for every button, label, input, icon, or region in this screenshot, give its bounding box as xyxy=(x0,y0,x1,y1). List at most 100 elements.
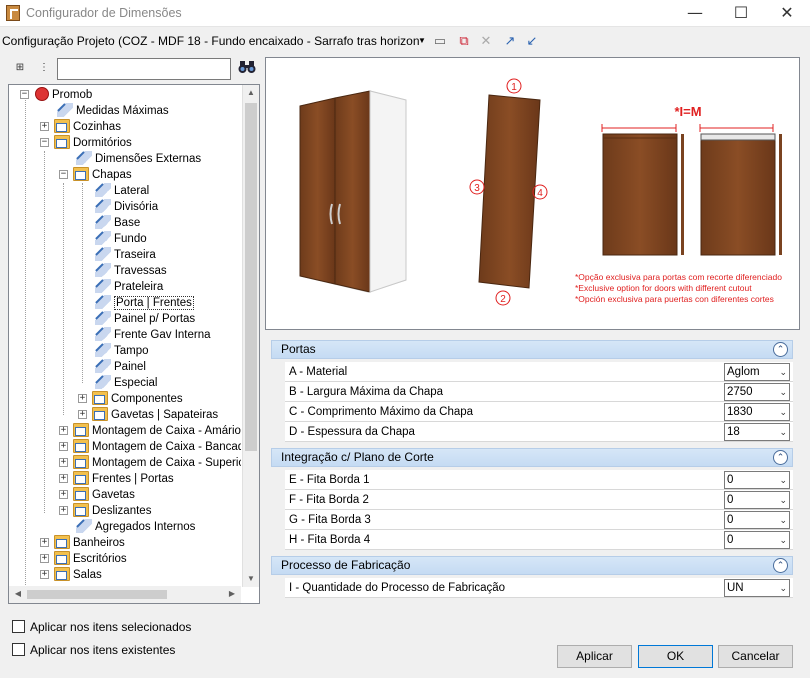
tree-item-porta-frentes[interactable]: Porta | Frentes xyxy=(95,294,194,311)
ruler-icon xyxy=(76,518,92,533)
material-select[interactable]: Aglom ⌄ xyxy=(724,363,790,381)
minimize-button[interactable]: — xyxy=(672,0,718,27)
expand-expander[interactable]: + xyxy=(40,570,49,579)
scroll-thumb[interactable] xyxy=(245,103,257,451)
tree-item-painel[interactable]: Painel xyxy=(95,358,146,375)
apply-existing-checkbox[interactable]: Aplicar nos itens existentes xyxy=(12,643,175,659)
prop-row-fita-borda-2: F - Fita Borda 2 0 ⌄ xyxy=(285,490,793,510)
expand-expander[interactable]: + xyxy=(59,442,68,451)
dimension-tree[interactable]: − Promob Medidas Máximas + Cozinhas − Do… xyxy=(8,84,260,604)
tree-item-painel-portas[interactable]: Painel p/ Portas xyxy=(95,310,195,327)
preview-panel: 1 2 3 4 *I=M *Opção exclusiva para porta… xyxy=(265,57,800,330)
tree-item-frente-gav-interna[interactable]: Frente Gav Interna xyxy=(95,326,211,343)
tree-search-input[interactable] xyxy=(57,58,231,80)
tree-item-tampo[interactable]: Tampo xyxy=(95,342,149,359)
ruler-icon xyxy=(95,230,111,245)
expand-expander[interactable]: + xyxy=(78,410,87,419)
tree-item-medidas-maximas[interactable]: Medidas Máximas xyxy=(57,102,169,119)
expand-expander[interactable]: + xyxy=(40,122,49,131)
expand-expander[interactable]: + xyxy=(59,426,68,435)
expand-expander[interactable]: + xyxy=(59,490,68,499)
tree-item-traseira[interactable]: Traseira xyxy=(95,246,156,263)
tree-vertical-scrollbar[interactable]: ▲ ▼ xyxy=(242,85,259,587)
tree-item-montagem-bancadas[interactable]: + Montagem de Caixa - Bancadas xyxy=(59,438,241,455)
tree-item-banheiros[interactable]: + Banheiros xyxy=(40,534,125,551)
expand-expander[interactable]: + xyxy=(59,474,68,483)
delete-icon[interactable]: ✕ xyxy=(478,33,494,49)
export-icon[interactable]: ↗ xyxy=(502,33,518,49)
tree-item-fundo[interactable]: Fundo xyxy=(95,230,147,247)
import-icon[interactable]: ↙ xyxy=(524,33,540,49)
fita-borda-3-select[interactable]: 0 ⌄ xyxy=(724,511,790,529)
tree-item-escritorios[interactable]: + Escritórios xyxy=(40,550,127,567)
tree-item-dormitorios[interactable]: − Dormitórios xyxy=(40,134,132,151)
quantidade-processo-select[interactable]: UN ⌄ xyxy=(724,579,790,597)
fita-borda-1-select[interactable]: 0 ⌄ xyxy=(724,471,790,489)
scroll-thumb[interactable] xyxy=(27,590,167,599)
apply-selected-checkbox[interactable]: Aplicar nos itens selecionados xyxy=(12,620,191,636)
tree-item-frentes-portas[interactable]: + Frentes | Portas xyxy=(59,470,174,487)
ruler-icon xyxy=(95,278,111,293)
tree-item-base[interactable]: Base xyxy=(95,214,140,231)
tree-item-promob[interactable]: − Promob xyxy=(20,86,92,103)
section-integracao[interactable]: Integração c/ Plano de Corte ⌃ xyxy=(271,448,793,467)
scroll-down-icon[interactable]: ▼ xyxy=(244,572,258,586)
tree-item-componentes[interactable]: + Componentes xyxy=(78,390,183,407)
collapse-tree-icon[interactable]: ⋮ xyxy=(36,60,52,76)
scroll-left-icon[interactable]: ◀ xyxy=(11,587,25,601)
tree-item-montagem-superior[interactable]: + Montagem de Caixa - Superior xyxy=(59,454,241,471)
tree-item-prateleira[interactable]: Prateleira xyxy=(95,278,163,295)
tree-item-agregados-internos[interactable]: Agregados Internos xyxy=(76,518,195,535)
cancel-button[interactable]: Cancelar xyxy=(718,645,793,668)
tree-item-cozinhas[interactable]: + Cozinhas xyxy=(40,118,121,135)
collapse-expander[interactable]: − xyxy=(40,138,49,147)
ruler-icon xyxy=(95,214,111,229)
tree-item-lateral[interactable]: Lateral xyxy=(95,182,149,199)
close-button[interactable]: ✕ xyxy=(764,0,810,27)
checkbox-box[interactable] xyxy=(12,620,25,634)
binoculars-icon[interactable] xyxy=(238,60,258,78)
tree-item-montagem-armarios[interactable]: + Montagem de Caixa - Amários xyxy=(59,422,241,439)
expand-expander[interactable]: + xyxy=(40,538,49,547)
collapse-section-icon[interactable]: ⌃ xyxy=(773,558,788,573)
apply-button[interactable]: Aplicar xyxy=(557,645,632,668)
scroll-right-icon[interactable]: ▶ xyxy=(225,587,239,601)
fita-borda-4-select[interactable]: 0 ⌄ xyxy=(724,531,790,549)
tree-item-salas[interactable]: + Salas xyxy=(40,566,102,583)
maximize-button[interactable]: ☐ xyxy=(718,0,764,27)
espessura-select[interactable]: 18 ⌄ xyxy=(724,423,790,441)
fita-borda-2-select[interactable]: 0 ⌄ xyxy=(724,491,790,509)
configuration-select[interactable]: Configuração Projeto (COZ - MDF 18 - Fun… xyxy=(2,31,428,51)
ruler-icon xyxy=(95,246,111,261)
expand-expander[interactable]: + xyxy=(59,458,68,467)
tree-item-gavetas[interactable]: + Gavetas xyxy=(59,486,135,503)
section-processo[interactable]: Processo de Fabricação ⌃ xyxy=(271,556,793,575)
section-portas[interactable]: Portas ⌃ xyxy=(271,340,793,359)
tree-item-gavetas-sapateiras[interactable]: + Gavetas | Sapateiras xyxy=(78,406,218,423)
collapse-expander[interactable]: − xyxy=(59,170,68,179)
ok-button[interactable]: OK xyxy=(638,645,713,668)
expand-tree-icon[interactable]: ⊞ xyxy=(12,60,28,76)
expand-expander[interactable]: + xyxy=(78,394,87,403)
largura-select[interactable]: 2750 ⌄ xyxy=(724,383,790,401)
tree-item-dimensoes-externas[interactable]: Dimensões Externas xyxy=(76,150,201,167)
tree-item-deslizantes[interactable]: + Deslizantes xyxy=(59,502,151,519)
copy-config-icon[interactable]: ⧉ xyxy=(456,33,472,49)
checkbox-box[interactable] xyxy=(12,643,25,657)
window-icon[interactable]: ▭ xyxy=(432,33,448,49)
comprimento-select[interactable]: 1830 ⌄ xyxy=(724,403,790,421)
scroll-up-icon[interactable]: ▲ xyxy=(244,86,258,100)
title-bar: Configurador de Dimensões — ☐ ✕ xyxy=(0,0,810,27)
expand-expander[interactable]: + xyxy=(59,506,68,515)
tree-item-divisoria[interactable]: Divisória xyxy=(95,198,158,215)
collapse-section-icon[interactable]: ⌃ xyxy=(773,342,788,357)
tree-item-chapas[interactable]: − Chapas xyxy=(59,166,132,183)
expand-expander[interactable]: + xyxy=(40,554,49,563)
folder-icon xyxy=(92,406,108,421)
tree-horizontal-scrollbar[interactable]: ◀ ▶ xyxy=(9,586,241,603)
promob-icon xyxy=(35,86,49,101)
tree-item-travessas[interactable]: Travessas xyxy=(95,262,167,279)
tree-item-especial[interactable]: Especial xyxy=(95,374,157,391)
collapse-expander[interactable]: − xyxy=(20,90,29,99)
collapse-section-icon[interactable]: ⌃ xyxy=(773,450,788,465)
